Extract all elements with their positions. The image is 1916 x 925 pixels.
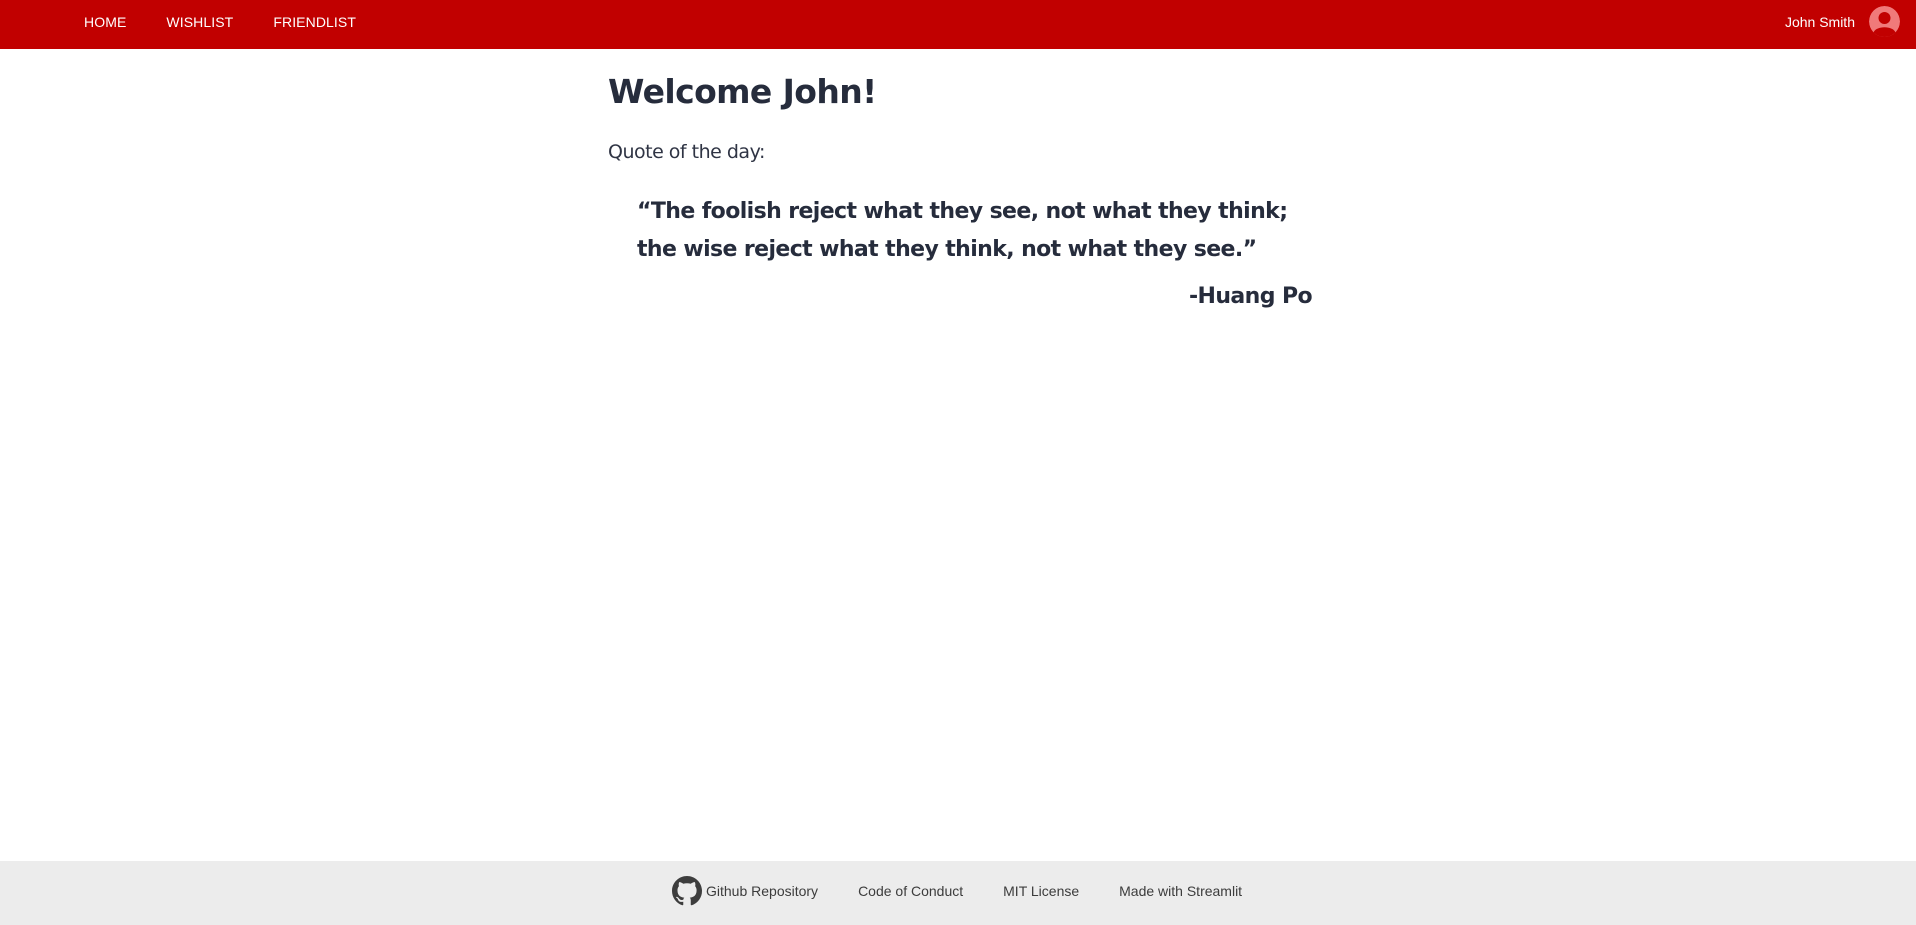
github-repository-label: Github Repository — [706, 883, 819, 899]
quote-label: Quote of the day: — [608, 141, 765, 163]
github-icon — [672, 876, 702, 906]
footer-link-code-of-conduct[interactable]: Code of Conduct — [858, 883, 963, 899]
nav-link-home[interactable]: HOME — [84, 14, 126, 30]
user-menu[interactable]: John Smith — [1785, 0, 1900, 43]
user-avatar-svg — [1869, 6, 1900, 37]
user-avatar-icon[interactable] — [1869, 6, 1900, 37]
nav-links: HOME WISHLIST FRIENDLIST — [84, 0, 356, 43]
footer: Github Repository Code of Conduct MIT Li… — [0, 861, 1916, 925]
footer-link-github[interactable]: Github Repository — [672, 876, 818, 906]
main-content: Welcome John! Quote of the day: “The foo… — [608, 72, 1313, 309]
quote-text: “The foolish reject what they see, not w… — [637, 199, 1288, 262]
footer-link-streamlit[interactable]: Made with Streamlit — [1119, 883, 1242, 899]
user-name[interactable]: John Smith — [1785, 14, 1855, 30]
nav-link-friendlist[interactable]: FRIENDLIST — [273, 14, 356, 30]
quote-author: -Huang Po — [1189, 284, 1313, 309]
footer-link-mit-license[interactable]: MIT License — [1003, 883, 1079, 899]
page-title: Welcome John! — [608, 72, 877, 111]
footer-links: Github Repository Code of Conduct MIT Li… — [672, 861, 1242, 921]
top-navbar: HOME WISHLIST FRIENDLIST John Smith — [0, 0, 1916, 49]
nav-link-wishlist[interactable]: WISHLIST — [166, 14, 233, 30]
